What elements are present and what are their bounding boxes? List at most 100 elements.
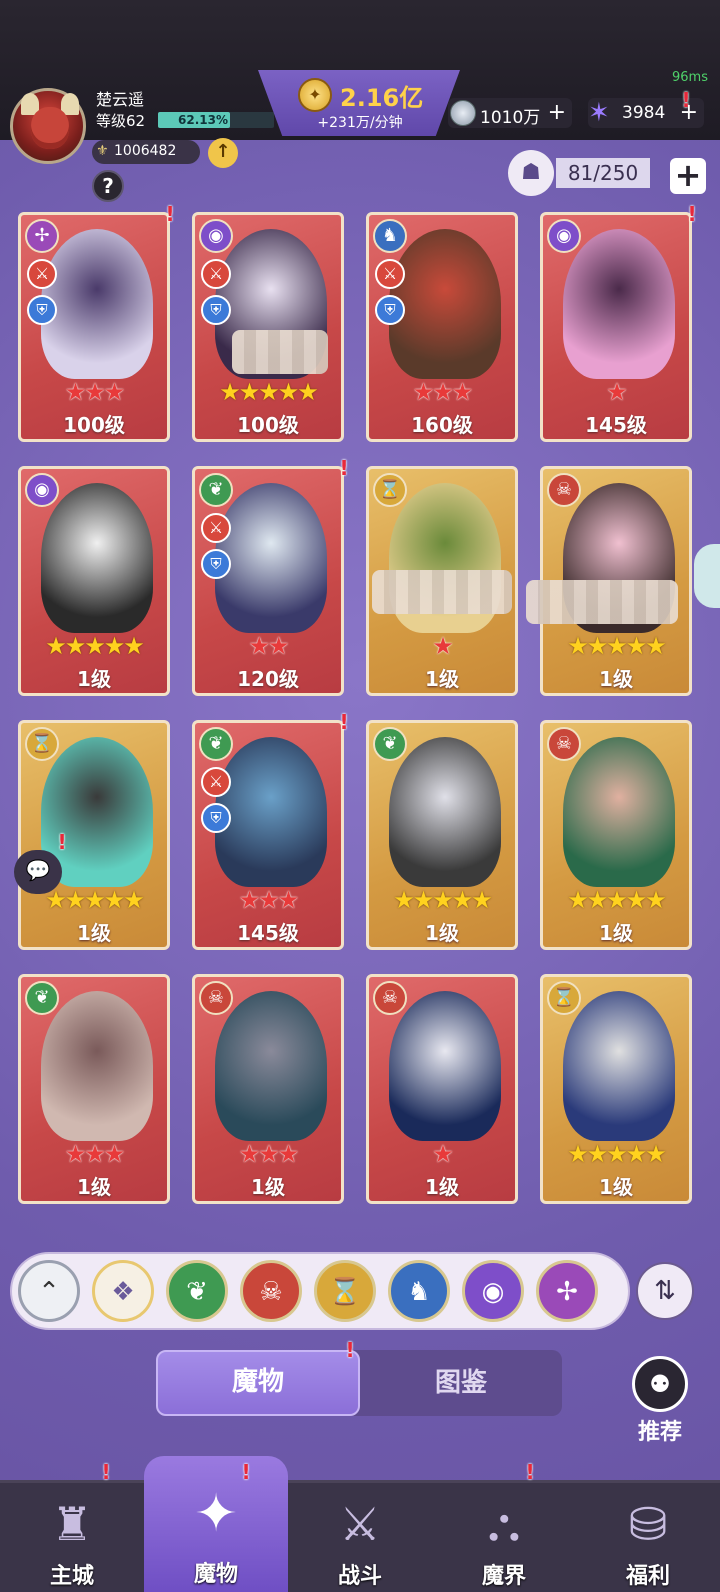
monster-card[interactable]: ◉ ★★★★★ 1级 <box>18 466 170 696</box>
monster-portrait <box>215 737 327 887</box>
card-alert-icon: ! <box>687 202 697 226</box>
monster-card[interactable]: ☠ ★★★★★ 1级 <box>540 720 692 950</box>
capacity-add-button[interactable]: + <box>670 158 706 194</box>
defense-role-icon: ⛨ <box>201 803 231 833</box>
gem-alert-icon: ! <box>681 88 691 112</box>
player-level: 等级62 <box>96 112 146 130</box>
attack-role-icon: ⚔ <box>201 513 231 543</box>
silver-currency[interactable]: 1010万 + <box>448 98 572 128</box>
recommend-button[interactable]: ⚉ <box>632 1356 688 1412</box>
star-rating: ★★★ <box>238 886 300 914</box>
defense-role-icon: ⛨ <box>27 295 57 325</box>
sort-button[interactable]: ⇅ <box>636 1262 694 1320</box>
element-wind-icon: ✢ <box>25 219 59 253</box>
nav-label: 魔物 <box>193 1562 238 1587</box>
monster-capacity: 81/250 <box>556 158 650 188</box>
monster-level: 1级 <box>77 921 111 945</box>
element-demon-icon: ☠ <box>199 981 233 1015</box>
castle-icon: ♜ <box>51 1497 93 1551</box>
silver-coin-icon <box>450 100 476 126</box>
nav-item-2[interactable]: ⚔ 战斗 <box>288 1480 432 1592</box>
monster-level: 1级 <box>251 1175 285 1199</box>
monster-card[interactable]: ♞ ★★★ 160级 ⚔ ⛨ <box>366 212 518 442</box>
tab-codex[interactable]: 图鉴 <box>360 1350 562 1416</box>
star-rating: ★★★★★ <box>45 632 145 660</box>
monster-card[interactable]: ❦ ★★★ 145级 ⚔ ⛨ <box>192 720 344 950</box>
sword-shield-icon: ⚔ <box>339 1497 381 1551</box>
filter-demon-button[interactable]: ☠ <box>240 1260 302 1322</box>
nav-label: 主城 <box>49 1564 94 1589</box>
nav-item-3[interactable]: ⛬ 魔界 <box>432 1480 576 1592</box>
monster-level: 100级 <box>237 413 299 437</box>
gold-coin-icon: ✦ <box>298 78 332 112</box>
nav-item-0[interactable]: ♜ 主城 <box>0 1480 144 1592</box>
monster-card[interactable]: ✢ ★★★ 100级 ⚔ ⛨ <box>18 212 170 442</box>
star-rating: ★★★ <box>238 1140 300 1168</box>
filter-eye-button[interactable]: ◉ <box>462 1260 524 1322</box>
star-rating: ★★★ <box>412 378 474 406</box>
star-rating: ★★★★★ <box>567 1140 667 1168</box>
attack-role-icon: ⚔ <box>201 259 231 289</box>
filter-all-button[interactable]: ❖ <box>92 1260 154 1322</box>
recommend-label: 推荐 <box>637 1420 682 1445</box>
monster-card[interactable]: ☠ ★ 1级 <box>366 974 518 1204</box>
monster-card[interactable]: ☠ ★★★ 1级 <box>192 974 344 1204</box>
player-avatar[interactable] <box>10 88 86 164</box>
gem-amount: 3984 <box>622 103 666 123</box>
monster-card[interactable]: ⌛ ★★★★★ 1级 <box>18 720 170 950</box>
card-alert-icon: ! <box>165 202 175 226</box>
filter-hourglass-button[interactable]: ⌛ <box>314 1260 376 1322</box>
card-alert-icon: ! <box>339 456 349 480</box>
defense-role-icon: ⛨ <box>375 295 405 325</box>
mosaic-blur <box>232 330 328 374</box>
star-rating: ★★★ <box>64 1140 126 1168</box>
monster-card[interactable]: ⌛ ★★★★★ 1级 <box>540 974 692 1204</box>
monster-card[interactable]: ◉ ★ 145级 <box>540 212 692 442</box>
monster-portrait <box>41 991 153 1141</box>
side-drawer-tab[interactable] <box>694 544 720 608</box>
monster-portrait <box>389 991 501 1141</box>
monster-card[interactable]: ❦ ★★ 120级 ⚔ ⛨ <box>192 466 344 696</box>
monster-card[interactable]: ◉ ★★★★★ 100级 ⚔ ⛨ <box>192 212 344 442</box>
filter-dragon-button[interactable]: ♞ <box>388 1260 450 1322</box>
element-demon-icon: ☠ <box>547 727 581 761</box>
element-hourglass-icon: ⌛ <box>547 981 581 1015</box>
filter-leaf-button[interactable]: ❦ <box>166 1260 228 1322</box>
mosaic-blur <box>526 580 678 624</box>
monster-portrait <box>389 737 501 887</box>
attack-role-icon: ⚔ <box>375 259 405 289</box>
star-rating: ★★★★★ <box>567 886 667 914</box>
nav-item-4[interactable]: ⛁ 福利 <box>576 1480 720 1592</box>
chat-button[interactable]: 💬 <box>14 850 62 894</box>
chat-bubble-icon: 💬 <box>25 858 51 882</box>
monster-card[interactable]: ❦ ★★★★★ 1级 <box>366 720 518 950</box>
nav-item-1[interactable]: ✦ 魔物 <box>144 1456 288 1592</box>
element-hourglass-icon: ⌛ <box>373 473 407 507</box>
element-eye-icon: ◉ <box>25 473 59 507</box>
filter-collapse-button[interactable]: ⌃ <box>18 1260 80 1322</box>
element-demon-icon: ☠ <box>373 981 407 1015</box>
monster-flame-icon: ✦ <box>194 1484 238 1544</box>
monster-portrait <box>41 483 153 633</box>
monster-portrait <box>215 483 327 633</box>
monster-level: 1级 <box>425 921 459 945</box>
defense-role-icon: ⛨ <box>201 295 231 325</box>
star-rating: ★ <box>432 1140 454 1168</box>
exp-bar: 62.13% <box>158 112 274 128</box>
nav-alert-icon: ! <box>525 1460 535 1484</box>
chat-alert-icon: ! <box>57 830 67 854</box>
monster-portrait <box>389 229 501 379</box>
sort-icon: ⇅ <box>654 1276 676 1306</box>
filter-wind-button[interactable]: ✢ <box>536 1260 598 1322</box>
monster-card[interactable]: ❦ ★★★ 1级 <box>18 974 170 1204</box>
monster-level: 1级 <box>77 667 111 691</box>
tab-monsters[interactable]: 魔物 <box>156 1350 360 1416</box>
nav-alert-icon: ! <box>241 1460 251 1484</box>
silver-plus-icon[interactable]: + <box>548 100 566 125</box>
demon-realm-icon: ⛬ <box>487 1497 521 1551</box>
element-leaf-icon: ❦ <box>199 473 233 507</box>
element-eye-icon: ◉ <box>199 219 233 253</box>
power-upgrade-button[interactable]: ↑ <box>208 138 238 168</box>
help-button[interactable]: ? <box>92 170 124 202</box>
monster-level: 1级 <box>599 1175 633 1199</box>
